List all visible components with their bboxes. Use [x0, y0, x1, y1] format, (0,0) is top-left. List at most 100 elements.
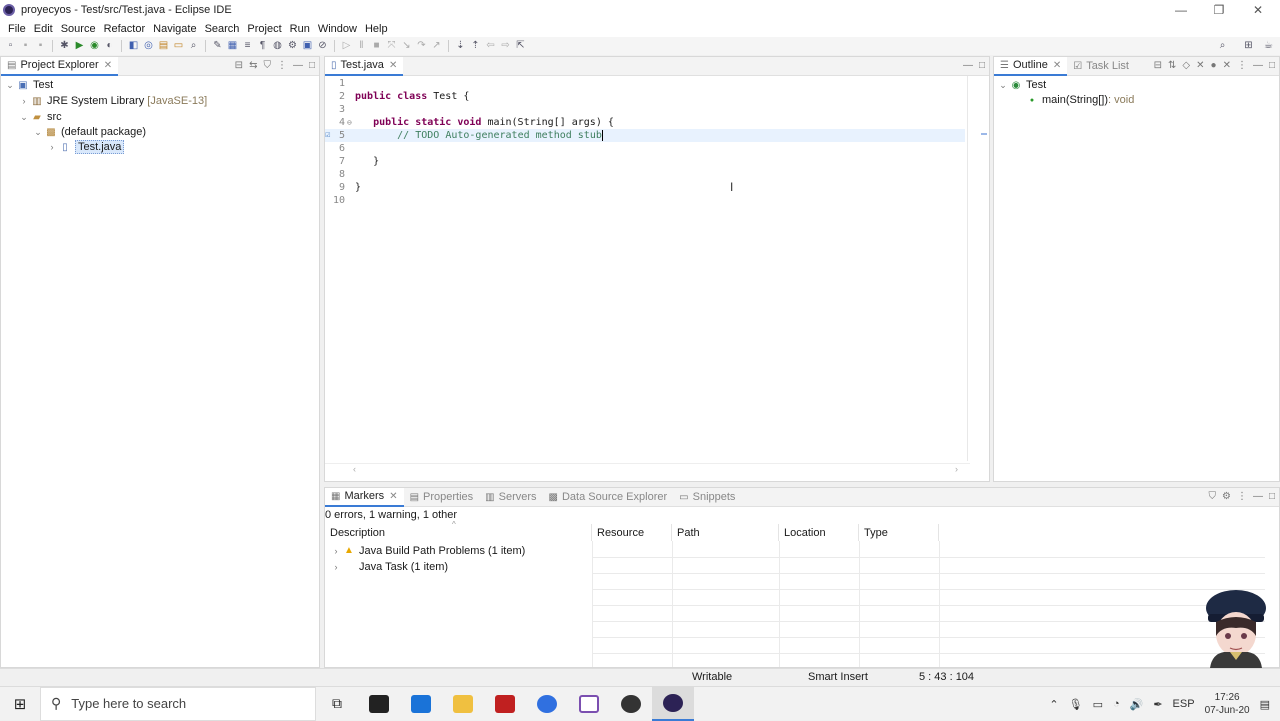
table-row[interactable]: › Java Task (1 item)	[325, 559, 1265, 574]
open-perspective-icon[interactable]: ⊞	[1242, 40, 1255, 52]
tab-snippets[interactable]: ▭ Snippets	[673, 488, 741, 507]
filter-icon[interactable]: ⛉	[1208, 491, 1216, 502]
network-icon[interactable]: ◔	[1113, 698, 1120, 710]
back-icon[interactable]: ⇦	[484, 40, 497, 52]
scroll-left-icon[interactable]: ‹	[353, 464, 356, 474]
column-header-resource[interactable]: Resource	[592, 524, 672, 541]
tab-data-source-explorer[interactable]: ▩ Data Source Explorer	[543, 488, 674, 507]
tree-item-package[interactable]: ⌄ ▩ (default package)	[33, 124, 146, 140]
maximize-view-icon[interactable]: □	[309, 60, 315, 71]
view-menu-icon[interactable]: ⋮	[277, 60, 287, 71]
tree-item-src[interactable]: ⌄ ▰ src	[19, 109, 61, 125]
close-tab-icon[interactable]: ✕	[389, 491, 397, 502]
debug-icon[interactable]: ✱	[58, 40, 71, 52]
word-wrap-icon[interactable]: ≡	[241, 40, 254, 52]
skip-breakpoints-icon[interactable]: ⊘	[316, 40, 329, 52]
eclipse-taskbar-icon[interactable]	[652, 686, 694, 721]
search-icon[interactable]: ⌕	[1216, 40, 1229, 52]
tab-servers[interactable]: ▥ Servers	[479, 488, 542, 507]
server-icon[interactable]: ⚙	[286, 40, 299, 52]
tab-outline[interactable]: ☰ Outline ✕	[994, 56, 1068, 76]
hide-fields-icon[interactable]: ◇	[1182, 60, 1190, 71]
column-header-path[interactable]: Path	[672, 524, 779, 541]
pin-editor-icon[interactable]: ⇱	[514, 40, 527, 52]
collapse-icon[interactable]: ⌄	[33, 127, 43, 138]
minimize-view-icon[interactable]: —	[293, 60, 303, 71]
game-app-icon[interactable]	[484, 687, 526, 721]
task-view-icon[interactable]: ⧉	[316, 687, 358, 721]
microphone-icon[interactable]: 🎙	[1069, 698, 1083, 711]
step-into-icon[interactable]: ↘	[400, 40, 413, 52]
suspend-icon[interactable]: ‖	[355, 40, 368, 52]
show-whitespace-icon[interactable]: ¶	[256, 40, 269, 52]
horizontal-scrollbar[interactable]: ‹ ›	[325, 463, 970, 475]
menu-run[interactable]: Run	[286, 23, 314, 35]
minimize-view-icon[interactable]: —	[1253, 491, 1263, 502]
close-tab-icon[interactable]: ✕	[1053, 60, 1061, 71]
save-all-icon[interactable]: ▪	[34, 40, 47, 52]
tab-markers[interactable]: ▦ Markers ✕	[325, 487, 404, 507]
hide-nonpublic-icon[interactable]: ●	[1211, 60, 1217, 71]
restore-button[interactable]: ❐	[1200, 0, 1238, 20]
fold-icon[interactable]: ⊖	[347, 116, 352, 129]
tab-task-list[interactable]: ☑ Task List	[1067, 57, 1135, 76]
scroll-right-icon[interactable]: ›	[955, 464, 958, 474]
menu-edit[interactable]: Edit	[30, 23, 57, 35]
web-browser-icon[interactable]: ◍	[271, 40, 284, 52]
store-icon[interactable]	[358, 687, 400, 721]
forward-icon[interactable]: ⇨	[499, 40, 512, 52]
obs-icon[interactable]	[610, 687, 652, 721]
close-button[interactable]: ✕	[1239, 0, 1277, 20]
windows-start-icon[interactable]: ⊞	[0, 687, 40, 721]
overview-ruler-marker[interactable]	[981, 133, 987, 135]
tree-item-jre[interactable]: › ▥ JRE System Library [JavaSE-13]	[19, 93, 208, 109]
expand-icon[interactable]: ›	[331, 546, 341, 556]
notifications-icon[interactable]: ▤	[1260, 698, 1270, 711]
tree-item-file[interactable]: › ▯ Test.java	[47, 139, 125, 155]
step-over-icon[interactable]: ↷	[415, 40, 428, 52]
link-editor-icon[interactable]: ⇆	[249, 60, 257, 71]
expand-icon[interactable]: ›	[47, 142, 57, 152]
toggle-mark-occurrences-icon[interactable]: ✎	[211, 40, 224, 52]
disconnect-icon[interactable]: ⤧	[385, 40, 398, 52]
tab-project-explorer[interactable]: ▤ Project Explorer ✕	[1, 56, 119, 76]
pen-icon[interactable]: ✒	[1153, 698, 1162, 711]
view-menu-icon[interactable]: ⋮	[1237, 60, 1247, 71]
menu-refactor[interactable]: Refactor	[100, 23, 150, 35]
menu-project[interactable]: Project	[243, 23, 285, 35]
close-tab-icon[interactable]: ✕	[104, 60, 112, 71]
code-editor[interactable]: 1 2 public class Test { 3 4 ⊖ public stati…	[325, 76, 989, 461]
collapse-all-icon[interactable]: ⊟	[1154, 60, 1162, 71]
show-hidden-icons-icon[interactable]: ⌃	[1049, 698, 1058, 711]
task-marker-icon[interactable]: ☑	[325, 129, 330, 142]
menu-source[interactable]: Source	[57, 23, 100, 35]
maximize-view-icon[interactable]: □	[979, 60, 985, 71]
expand-icon[interactable]: ›	[331, 562, 341, 572]
collapse-all-icon[interactable]: ⊟	[235, 60, 243, 71]
column-header-description[interactable]: Description ^	[325, 520, 592, 541]
filter-icon[interactable]: ⛉	[263, 60, 271, 71]
volume-icon[interactable]: 🔊	[1130, 698, 1144, 711]
new-class-icon[interactable]: ◎	[142, 40, 155, 52]
maximize-view-icon[interactable]: □	[1269, 60, 1275, 71]
battery-icon[interactable]: ▭	[1093, 698, 1103, 711]
menu-window[interactable]: Window	[314, 23, 361, 35]
previous-annotation-icon[interactable]: ⇡	[469, 40, 482, 52]
column-header-type[interactable]: Type	[859, 524, 939, 541]
search-tool-icon[interactable]: ⌕	[187, 40, 200, 52]
next-annotation-icon[interactable]: ⇣	[454, 40, 467, 52]
run-icon[interactable]: ▶	[73, 40, 86, 52]
minimize-view-icon[interactable]: —	[963, 60, 973, 71]
hide-local-types-icon[interactable]: ✕	[1223, 60, 1231, 71]
column-header-location[interactable]: Location	[779, 524, 859, 541]
terminal-icon[interactable]: ▣	[301, 40, 314, 52]
step-return-icon[interactable]: ↗	[430, 40, 443, 52]
resume-icon[interactable]: ▷	[340, 40, 353, 52]
maximize-view-icon[interactable]: □	[1269, 491, 1275, 502]
collapse-icon[interactable]: ⌄	[998, 80, 1008, 91]
outline-class-item[interactable]: ⌄ ◉ Test	[998, 77, 1046, 93]
coverage-icon[interactable]: ◉	[88, 40, 101, 52]
tab-test-java[interactable]: ▯ Test.java ✕	[325, 56, 404, 76]
close-tab-icon[interactable]: ✕	[389, 60, 397, 71]
open-type-icon[interactable]: ▤	[157, 40, 170, 52]
